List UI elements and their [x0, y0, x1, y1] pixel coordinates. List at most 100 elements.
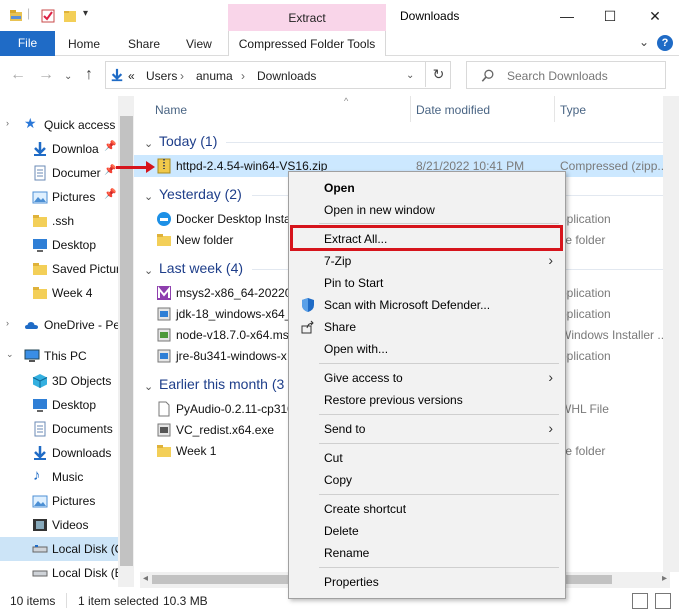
nav-item-music[interactable]: ♪ Music [0, 465, 134, 489]
details-view-icon[interactable] [632, 593, 648, 609]
installer-icon [157, 349, 171, 363]
group-collapse-chevron-icon[interactable]: ⌄ [144, 137, 153, 150]
menu-item-rename[interactable]: Rename [289, 542, 565, 564]
nav-item-desktop[interactable]: Desktop [0, 233, 134, 257]
menu-item-scan-defender[interactable]: Scan with Microsoft Defender... [289, 294, 565, 316]
file-type: pplication [560, 212, 611, 226]
menu-item-restore-versions[interactable]: Restore previous versions [289, 389, 565, 411]
nav-item-desktop-pc[interactable]: Desktop [0, 393, 134, 417]
menu-item-share[interactable]: Share [289, 316, 565, 338]
file-name: VC_redist.x64.exe [176, 423, 275, 437]
menu-item-give-access[interactable]: Give access to › [289, 367, 565, 389]
address-bar[interactable]: « Users › anuma › Downloads ⌄ [105, 61, 451, 89]
menu-item-create-shortcut[interactable]: Create shortcut [289, 498, 565, 520]
nav-item-downloads[interactable]: Downloads [0, 441, 134, 465]
nav-item-week-4[interactable]: Week 4 [0, 281, 134, 305]
menu-item-open-new-window[interactable]: Open in new window [289, 199, 565, 221]
group-header-last-week[interactable]: Last week (4) [159, 260, 243, 276]
column-divider[interactable] [410, 96, 411, 122]
nav-item-3d-objects[interactable]: 3D Objects [0, 369, 134, 393]
group-collapse-chevron-icon[interactable]: ⌄ [144, 380, 153, 393]
menu-item-7zip[interactable]: 7-Zip › [289, 250, 565, 272]
group-collapse-chevron-icon[interactable]: ⌄ [144, 190, 153, 203]
column-divider[interactable] [554, 96, 555, 122]
expand-chevron-icon[interactable]: › [6, 118, 9, 128]
maximize-button[interactable]: ☐ [595, 4, 625, 28]
new-folder-icon[interactable] [62, 8, 78, 24]
scroll-left-arrow-icon[interactable]: ◂ [143, 573, 148, 584]
nav-item-local-disk-c[interactable]: Local Disk (C [0, 537, 134, 561]
column-header-name[interactable]: Name [155, 103, 187, 117]
breadcrumb-separator[interactable]: › [241, 69, 245, 83]
menu-item-delete[interactable]: Delete [289, 520, 565, 542]
column-header-date[interactable]: Date modified [416, 103, 490, 117]
nav-item-documents-pinned[interactable]: Documer 📌 [0, 161, 134, 185]
document-icon [34, 421, 46, 437]
cube-icon [32, 374, 48, 388]
tab-file[interactable]: File [0, 31, 55, 56]
minimize-button[interactable]: — [552, 4, 582, 28]
menu-item-properties[interactable]: Properties [289, 571, 565, 593]
nav-label: Desktop [52, 398, 97, 412]
properties-check-icon[interactable] [40, 8, 56, 24]
large-icons-view-icon[interactable] [655, 593, 671, 609]
breadcrumb-anuma[interactable]: anuma [196, 69, 233, 83]
menu-item-cut[interactable]: Cut [289, 447, 565, 469]
nav-scrollbar-thumb[interactable] [120, 116, 133, 566]
file-name: jdk-18_windows-x64_ [176, 307, 292, 321]
group-collapse-chevron-icon[interactable]: ⌄ [144, 264, 153, 277]
recent-locations-chevron-icon[interactable]: ⌄ [64, 71, 72, 82]
refresh-icon[interactable]: ↻ [425, 61, 451, 87]
folder-icon [33, 287, 47, 299]
expand-chevron-icon[interactable]: › [6, 318, 9, 328]
menu-item-send-to[interactable]: Send to › [289, 418, 565, 440]
menu-item-open-with[interactable]: Open with... [289, 338, 565, 360]
breadcrumb-downloads[interactable]: Downloads [257, 69, 316, 83]
nav-item-ssh[interactable]: .ssh [0, 209, 134, 233]
desktop-icon [33, 239, 47, 252]
forward-arrow-icon[interactable]: → [38, 66, 54, 84]
back-arrow-icon[interactable]: ← [10, 66, 26, 84]
help-button[interactable]: ? [657, 35, 673, 51]
menu-item-pin-to-start[interactable]: Pin to Start [289, 272, 565, 294]
nav-item-this-pc[interactable]: ⌄ This PC [0, 344, 134, 368]
nav-item-local-disk-e[interactable]: Local Disk (E [0, 561, 134, 585]
folder-icon [157, 234, 171, 246]
nav-item-onedrive[interactable]: › OneDrive - Pe [0, 313, 134, 337]
nav-item-videos[interactable]: Videos [0, 513, 134, 537]
file-list-scrollbar[interactable] [663, 96, 679, 572]
nav-item-documents[interactable]: Documents [0, 417, 134, 441]
file-name: PyAudio-0.2.11-cp310 [176, 402, 294, 416]
address-dropdown-chevron-icon[interactable]: ⌄ [406, 70, 414, 81]
nav-item-pictures-pinned[interactable]: Pictures 📌 [0, 185, 134, 209]
tab-compressed-folder-tools[interactable]: Compressed Folder Tools [228, 31, 386, 56]
tab-home[interactable]: Home [68, 37, 100, 51]
scroll-right-arrow-icon[interactable]: ▸ [662, 573, 667, 584]
file-icon [158, 401, 170, 417]
menu-item-copy[interactable]: Copy [289, 469, 565, 491]
nav-item-pictures[interactable]: Pictures [0, 489, 134, 513]
nav-item-saved-pictures[interactable]: Saved Pictur [0, 257, 134, 281]
close-button[interactable]: ✕ [640, 4, 670, 28]
expand-chevron-icon[interactable]: ⌄ [6, 349, 14, 360]
expand-ribbon-chevron-icon[interactable]: ⌄ [639, 35, 649, 49]
group-header-earlier-this-month[interactable]: Earlier this month (3 [159, 376, 284, 392]
menu-item-open[interactable]: Open [289, 177, 565, 199]
up-arrow-icon[interactable]: ↑ [85, 66, 93, 84]
group-divider [226, 142, 666, 143]
tab-share[interactable]: Share [128, 37, 160, 51]
customize-qa-chevron-icon[interactable]: ▾ [83, 8, 88, 19]
tab-view[interactable]: View [186, 37, 212, 51]
folder-icon [33, 263, 47, 275]
nav-label: .ssh [52, 214, 75, 228]
search-input[interactable]: Search Downloads [466, 61, 666, 89]
group-header-yesterday[interactable]: Yesterday (2) [159, 186, 242, 202]
group-header-today[interactable]: Today (1) [159, 133, 217, 149]
status-item-count: 10 items [10, 594, 56, 608]
breadcrumb-overflow[interactable]: « [128, 69, 135, 83]
nav-item-downloads-pinned[interactable]: Downloa 📌 [0, 137, 134, 161]
breadcrumb-separator[interactable]: › [180, 69, 184, 83]
column-header-type[interactable]: Type [560, 103, 586, 117]
nav-item-quick-access[interactable]: › ★ Quick access [0, 113, 134, 137]
breadcrumb-users[interactable]: Users [146, 69, 177, 83]
